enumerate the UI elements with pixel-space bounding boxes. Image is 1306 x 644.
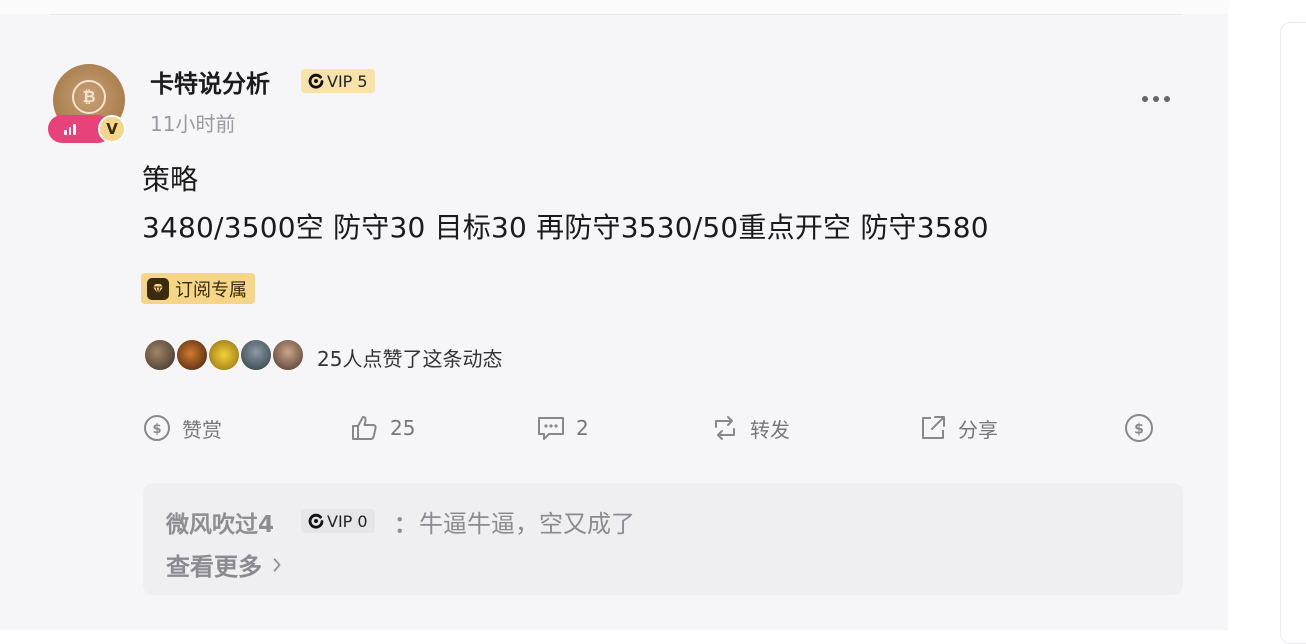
- author-name[interactable]: 卡特说分析: [150, 64, 270, 99]
- svg-text:$: $: [1134, 422, 1144, 438]
- comment-count: 2: [576, 416, 589, 440]
- share-icon: [922, 416, 945, 439]
- previous-card-edge: [0, 0, 1228, 14]
- live-bars-icon: [64, 123, 76, 135]
- vip-badge: VIP 5: [301, 69, 375, 93]
- comment-preview[interactable]: [143, 483, 1183, 595]
- share-button[interactable]: 分享: [918, 406, 998, 450]
- repost-label: 转发: [750, 417, 790, 442]
- reward-coin-icon: $: [144, 415, 170, 441]
- tip-button[interactable]: $: [1124, 406, 1154, 450]
- like-count: 25: [390, 416, 416, 440]
- see-more-label: 查看更多: [166, 553, 262, 581]
- more-options-icon[interactable]: [1142, 96, 1170, 102]
- subscription-tag[interactable]: 订阅专属: [141, 273, 255, 304]
- subscription-tag-label: 订阅专属: [175, 279, 247, 301]
- comment-text: 牛逼牛逼，空又成了: [419, 510, 635, 538]
- liker-avatar[interactable]: [239, 338, 273, 372]
- divider: [50, 14, 1182, 15]
- see-more-link[interactable]: 查看更多: [166, 547, 282, 582]
- vip-logo-icon: [308, 513, 324, 529]
- share-label: 分享: [958, 417, 998, 442]
- liker-avatar[interactable]: [207, 338, 241, 372]
- likes-summary[interactable]: 25人点赞了这条动态: [317, 343, 502, 372]
- diamond-icon: [147, 277, 169, 300]
- comment-vip-badge: VIP 0: [301, 509, 375, 533]
- right-panel: [1280, 22, 1306, 644]
- vip-label: VIP 5: [327, 71, 368, 91]
- chevron-right-icon: [273, 557, 281, 572]
- comment-vip-label: VIP 0: [327, 511, 368, 531]
- author-avatar[interactable]: ₿ V: [48, 63, 128, 145]
- vip-logo-icon: [308, 73, 324, 89]
- post-time: 11小时前: [150, 112, 236, 136]
- reward-button[interactable]: $ 赞赏: [142, 406, 222, 450]
- svg-text:$: $: [152, 422, 161, 437]
- like-button[interactable]: 25: [350, 406, 415, 450]
- comment-author[interactable]: 微风吹过4: [166, 505, 274, 539]
- repost-icon: [715, 416, 735, 440]
- reward-label: 赞赏: [182, 417, 222, 442]
- post-content: 3480/3500空 防守30 目标30 再防守3530/50重点开空 防守35…: [142, 211, 989, 244]
- comment-separator: ：: [394, 512, 417, 538]
- action-bar: $ 赞赏 25 2 转发 分享 $: [0, 406, 1228, 450]
- liker-avatar[interactable]: [271, 338, 305, 372]
- liker-avatar[interactable]: [143, 338, 177, 372]
- post-title: 策略: [142, 163, 199, 196]
- verified-badge: V: [98, 115, 126, 143]
- thumbs-up-icon: [352, 416, 377, 440]
- repost-button[interactable]: 转发: [710, 406, 790, 450]
- liker-avatar[interactable]: [175, 338, 209, 372]
- comment-button[interactable]: 2: [536, 406, 589, 450]
- comment-icon: [538, 417, 564, 440]
- dollar-coin-icon: $: [1125, 414, 1153, 442]
- brand-logo-icon: ₿: [72, 80, 106, 114]
